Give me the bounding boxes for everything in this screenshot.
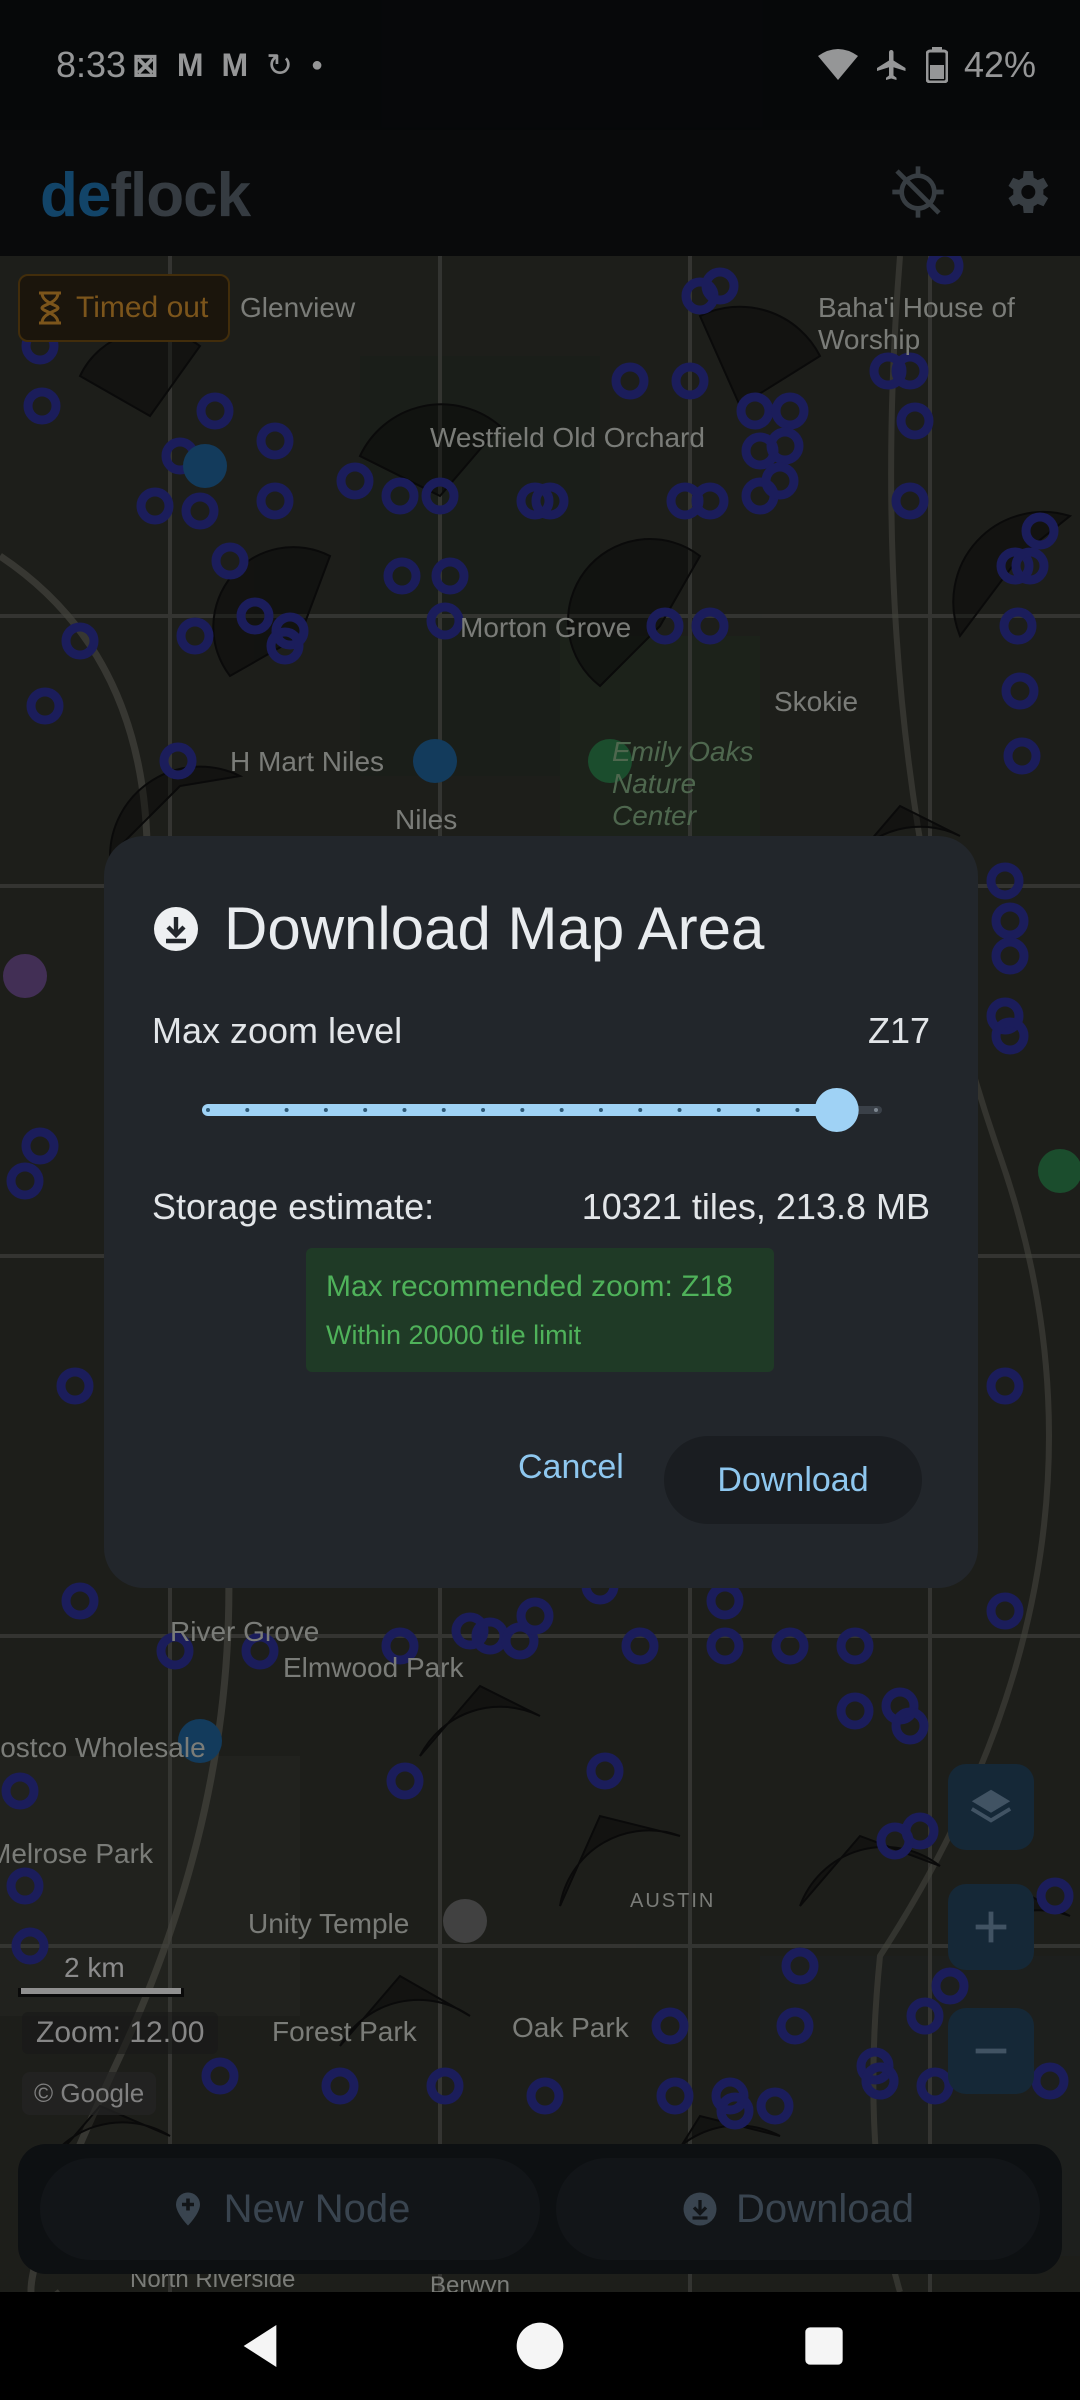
max-zoom-slider[interactable] xyxy=(202,1084,882,1136)
slider-tick xyxy=(559,1108,564,1112)
dialog-header: Download Map Area xyxy=(152,894,764,963)
slider-thumb[interactable] xyxy=(814,1088,859,1132)
system-nav-bar xyxy=(0,2292,1080,2400)
dialog-download-button[interactable]: Download xyxy=(664,1436,922,1524)
slider-tick xyxy=(874,1108,878,1112)
slider-tick xyxy=(795,1108,800,1112)
slider-tick xyxy=(323,1108,328,1112)
slider-tick xyxy=(284,1108,289,1112)
max-zoom-value: Z17 xyxy=(867,1010,930,1051)
slider-tick xyxy=(638,1108,643,1112)
home-icon[interactable] xyxy=(512,2318,568,2374)
slider-active-track xyxy=(202,1104,837,1116)
storage-estimate-label: Storage estimate: xyxy=(152,1186,435,1227)
cancel-button[interactable]: Cancel xyxy=(504,1436,638,1499)
slider-tick xyxy=(598,1108,603,1112)
slider-tick xyxy=(520,1108,525,1112)
storage-estimate-value: 10321 tiles, 213.8 MB xyxy=(581,1186,930,1227)
back-icon[interactable] xyxy=(232,2318,288,2374)
slider-tick xyxy=(363,1108,368,1112)
slider-tick xyxy=(402,1108,407,1112)
recommendation-box: Max recommended zoom: Z18 Within 20000 t… xyxy=(306,1248,774,1372)
dialog-title: Download Map Area xyxy=(224,895,765,962)
recommended-zoom-text: Max recommended zoom: Z18 xyxy=(326,1270,733,1303)
slider-tick xyxy=(206,1108,210,1112)
slider-tick xyxy=(677,1108,682,1112)
max-zoom-label: Max zoom level xyxy=(152,1010,403,1051)
slider-tick xyxy=(481,1108,486,1112)
slider-tick xyxy=(441,1108,446,1112)
download-map-dialog: Download Map Area Max zoom level Z17 Sto… xyxy=(104,836,978,1588)
recents-icon[interactable] xyxy=(796,2318,852,2374)
slider-tick xyxy=(716,1108,721,1112)
slider-tick xyxy=(756,1108,761,1112)
download-icon xyxy=(154,906,198,951)
tile-limit-text: Within 20000 tile limit xyxy=(326,1320,582,1350)
slider-tick xyxy=(245,1108,250,1112)
